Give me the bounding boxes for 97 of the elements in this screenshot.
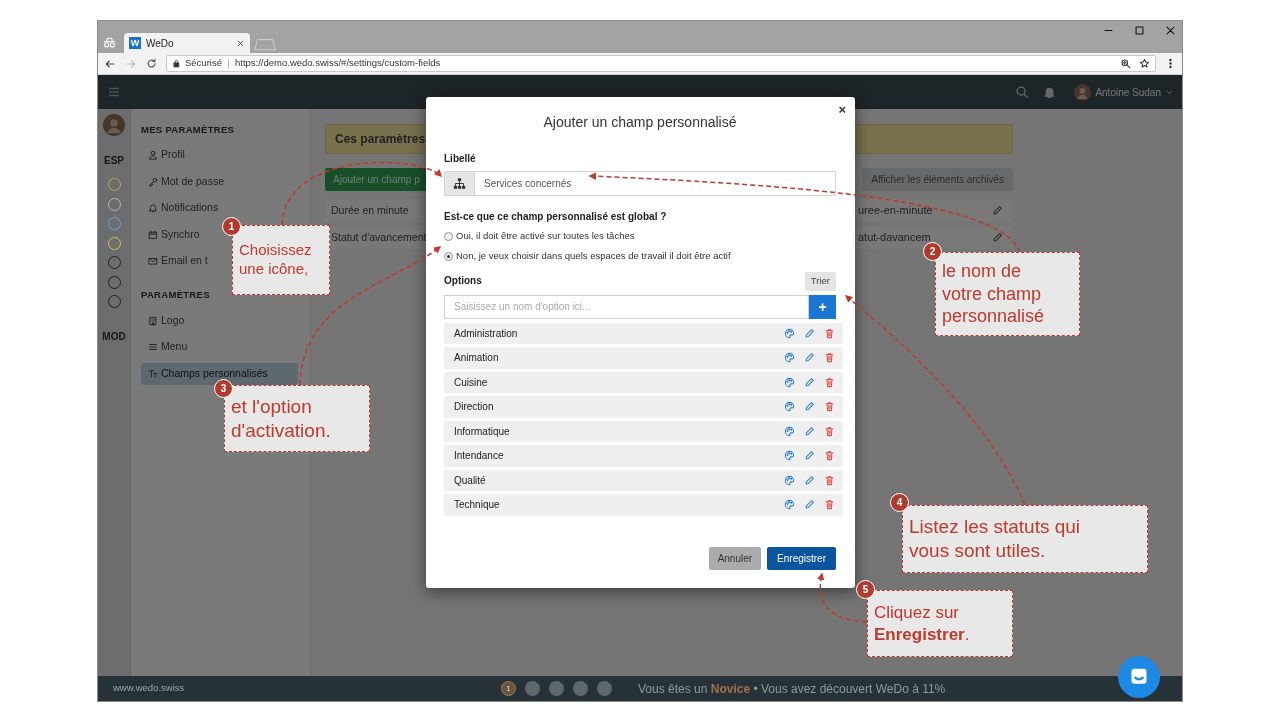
question-label: Est-ce que ce champ personnalisé est global ?: [444, 210, 668, 224]
text-icon: [148, 368, 158, 379]
palette-icon[interactable]: [784, 450, 795, 462]
radio-option[interactable]: Oui, il doit être activé sur toutes les tâches: [444, 229, 836, 244]
radio-option[interactable]: Non, je veux choisir dans quels espaces de travail il doit être actif: [444, 249, 836, 264]
pencil-icon[interactable]: [804, 474, 815, 486]
section-title: MES PARAMÈTRES: [141, 123, 236, 137]
avatar-icon: [1074, 83, 1092, 101]
trash-icon[interactable]: [824, 327, 835, 339]
option-row: Administration: [444, 322, 843, 344]
mode-label: MOD: [102, 330, 126, 344]
pencil-icon[interactable]: [804, 401, 815, 413]
trash-icon[interactable]: [824, 376, 835, 388]
zoom-icon[interactable]: [1120, 58, 1131, 69]
building-icon: [148, 315, 158, 326]
reload-icon[interactable]: [146, 58, 157, 69]
person-icon: [148, 150, 158, 161]
favicon-icon: W: [129, 37, 141, 49]
pencil-icon[interactable]: [804, 327, 815, 339]
add-option-button[interactable]: +: [809, 294, 836, 319]
envelope-icon: [148, 256, 158, 267]
field-label: Libellé: [444, 152, 477, 166]
option-row: Animation: [444, 347, 843, 369]
leader-line: [817, 572, 868, 623]
pencil-icon[interactable]: [804, 376, 815, 388]
sidebar-item[interactable]: Profil: [141, 144, 189, 167]
palette-icon[interactable]: [784, 376, 795, 388]
option-row: Technique: [444, 494, 843, 516]
sidebar-item[interactable]: Email en t: [141, 250, 212, 273]
sidebar-item[interactable]: Notifications: [141, 197, 223, 220]
callout-note: le nom de votre champ personnalisé: [935, 252, 1080, 336]
close-icon[interactable]: [236, 38, 245, 48]
option-row: Direction: [444, 396, 843, 418]
options-label: Options: [444, 273, 482, 288]
trash-icon[interactable]: [824, 499, 835, 511]
avatar-icon[interactable]: [103, 114, 125, 136]
radio-button[interactable]: [444, 231, 453, 241]
star-icon[interactable]: [1139, 58, 1150, 69]
back-icon[interactable]: [104, 57, 116, 70]
browser-tab[interactable]: W WeDo: [124, 33, 250, 53]
space-label: ESP: [104, 154, 124, 168]
palette-icon[interactable]: [784, 474, 795, 486]
menu-icon: [148, 342, 158, 352]
sidebar-item[interactable]: Champs personnalisés: [141, 362, 298, 385]
trash-icon[interactable]: [824, 474, 835, 486]
trash-icon[interactable]: [824, 352, 835, 364]
option-row: Informatique: [444, 420, 843, 442]
sort-button[interactable]: Trier: [804, 271, 836, 291]
close-icon[interactable]: [1165, 25, 1176, 36]
trash-icon[interactable]: [824, 425, 835, 437]
hierarchy-icon: [453, 177, 466, 190]
pencil-icon[interactable]: [804, 352, 815, 364]
palette-icon[interactable]: [784, 425, 795, 437]
search-icon[interactable]: [1015, 85, 1030, 99]
palette-icon[interactable]: [784, 499, 795, 511]
palette-icon[interactable]: [784, 401, 795, 413]
icon-picker-button[interactable]: [444, 171, 475, 196]
security-label: Sécurisé: [185, 56, 222, 71]
sidebar-item[interactable]: Synchro: [141, 223, 204, 246]
pencil-icon[interactable]: [992, 232, 1003, 243]
section-title: PARAMÈTRES: [141, 288, 211, 303]
name-input[interactable]: Services concernés: [475, 171, 836, 196]
option-row: Intendance: [444, 445, 843, 467]
maximize-icon[interactable]: [1134, 25, 1145, 36]
pencil-icon[interactable]: [804, 450, 815, 462]
address-field[interactable]: Sécurisé https://demo.wedo.swiss/#/settings/custom-fields: [166, 55, 1156, 72]
bell-icon: [148, 203, 158, 214]
option-row: Cuisine: [444, 371, 843, 393]
close-button[interactable]: ×: [838, 103, 846, 116]
lock-icon: [172, 59, 181, 68]
option-input[interactable]: Saisissez un nom d'option ici...: [444, 294, 809, 319]
key-icon: [148, 176, 158, 187]
progress-text: Vous êtes un Novice • Vous avez découvert WeDo à 11%: [638, 680, 946, 698]
save-button[interactable]: Enregistrer: [767, 547, 836, 570]
option-row: Qualité: [444, 469, 843, 491]
user-menu[interactable]: Antoine Sudan: [1074, 83, 1174, 101]
calendar-icon: [148, 229, 158, 240]
sidebar-item[interactable]: Logo: [141, 309, 189, 332]
pencil-icon[interactable]: [804, 499, 815, 511]
bell-icon[interactable]: [1043, 85, 1057, 99]
sidebar-item[interactable]: Menu: [141, 336, 192, 358]
callout-note: Cliquez sur Enregistrer.: [867, 590, 1013, 657]
pencil-icon[interactable]: [804, 425, 815, 437]
palette-icon[interactable]: [784, 352, 795, 364]
field-slug: uree-en-minute: [858, 203, 934, 219]
radio-button[interactable]: [444, 251, 453, 261]
trash-icon[interactable]: [824, 450, 835, 462]
url-text: https://demo.wedo.swiss/#/settings/custom-fields: [234, 56, 442, 71]
pencil-icon[interactable]: [992, 205, 1003, 216]
palette-icon[interactable]: [784, 327, 795, 339]
archive-button[interactable]: Afficher les éléments archivés: [862, 168, 1013, 191]
site-label: www.wedo.swiss: [112, 681, 186, 696]
sidebar-item[interactable]: Mot de passe: [141, 170, 229, 193]
callout-note: Listez les statuts qui vous sont utiles.: [902, 505, 1148, 573]
trash-icon[interactable]: [824, 401, 835, 413]
incognito-icon: [103, 36, 116, 49]
cancel-button[interactable]: Annuler: [708, 547, 762, 570]
